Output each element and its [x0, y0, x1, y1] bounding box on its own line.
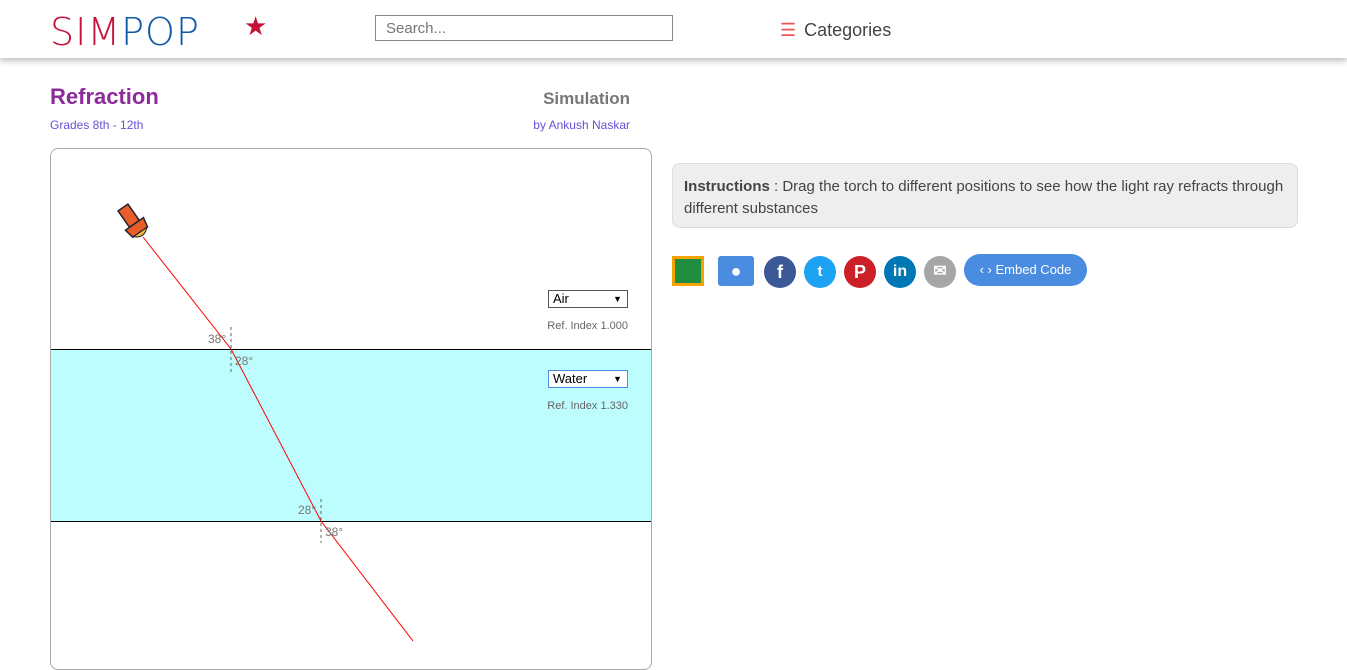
search-input[interactable] [375, 15, 673, 41]
bottom-medium-select[interactable]: Water ▼ [548, 370, 628, 388]
content-type: Simulation [543, 89, 630, 108]
refraction-angle: 28° [235, 354, 254, 368]
page-title: Refraction [50, 84, 159, 109]
simulation-canvas[interactable]: 38° 28° 28° 38° Air ▼ Ref. Index 1.000 Wa… [50, 148, 652, 670]
facebook-icon[interactable]: f [764, 256, 796, 288]
hamburger-icon: ☰ [780, 20, 797, 40]
bottom-ref-index: Ref. Index 1.330 [547, 400, 628, 412]
logo[interactable]: SIMPOP [50, 10, 200, 54]
dropdown-arrow-icon: ▼ [613, 294, 622, 304]
twitter-icon[interactable]: t [804, 256, 836, 288]
categories-menu[interactable]: ☰ Categories [780, 20, 891, 41]
grades: Grades 8th - 12th [50, 118, 144, 132]
header: SIMPOP ★ ☰Categories [0, 0, 1347, 58]
light-ray [142, 236, 414, 642]
author-link[interactable]: by Ankush Naskar [430, 118, 630, 132]
google-classroom-icon[interactable] [672, 256, 704, 286]
top-medium-select[interactable]: Air ▼ [548, 290, 628, 308]
code-icon: ‹ › [979, 262, 996, 277]
chat-icon[interactable]: ● [718, 256, 754, 286]
linkedin-icon[interactable]: in [884, 256, 916, 288]
top-ref-index: Ref. Index 1.000 [547, 320, 628, 332]
embed-code-button[interactable]: ‹ › Embed Code [964, 254, 1087, 286]
dropdown-arrow-icon: ▼ [613, 374, 622, 384]
incidence-angle: 38° [208, 332, 227, 346]
pinterest-icon[interactable]: P [844, 256, 876, 288]
instructions-box: Instructions : Drag the torch to differe… [672, 163, 1298, 228]
incidence-angle-bottom: 28° [298, 503, 317, 517]
refraction-angle-bottom: 38° [325, 525, 344, 539]
star-icon: ★ [244, 11, 268, 41]
torch-icon[interactable] [114, 201, 152, 241]
email-icon[interactable]: ✉ [924, 256, 956, 288]
